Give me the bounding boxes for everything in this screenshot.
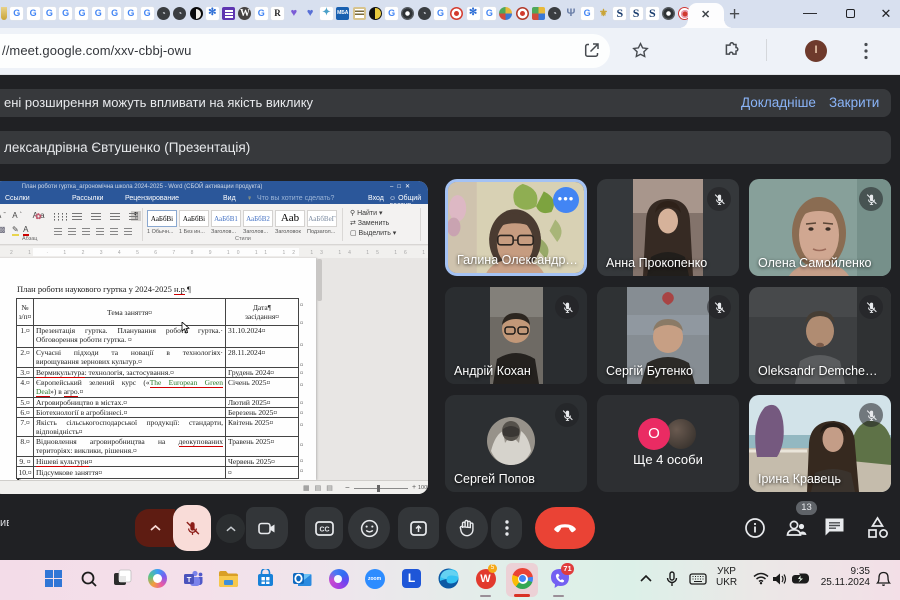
svg-text:T: T bbox=[186, 575, 191, 584]
svg-text:CC: CC bbox=[319, 526, 329, 533]
